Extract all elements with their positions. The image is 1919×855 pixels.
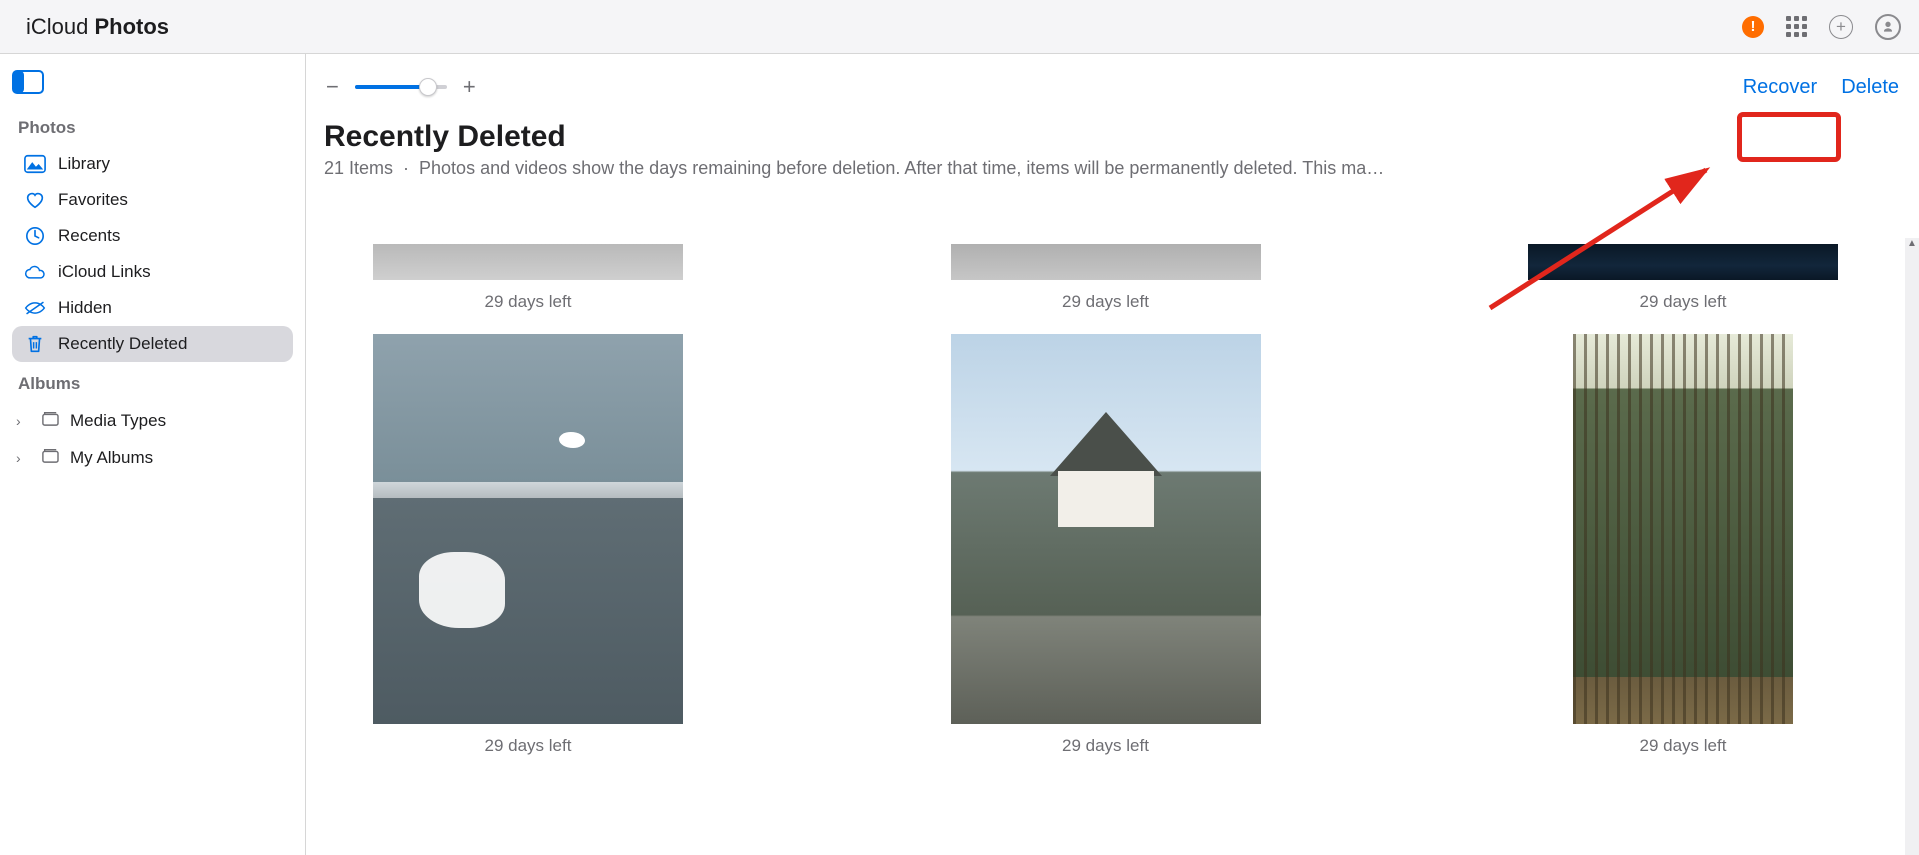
toolbar-actions: Recover Delete — [1743, 76, 1903, 99]
trash-icon — [24, 334, 46, 354]
grid-icon — [1786, 16, 1807, 37]
app-header: iCloud Photos ! + — [0, 0, 1919, 54]
sidebar-item-label: Recents — [58, 226, 120, 246]
app-title: iCloud Photos — [26, 14, 169, 40]
sidebar-item-library[interactable]: Library — [12, 146, 293, 182]
days-left-label: 29 days left — [1062, 292, 1149, 312]
days-left-label: 29 days left — [1062, 736, 1149, 756]
recover-button[interactable]: Recover — [1743, 76, 1817, 99]
account-icon — [1875, 14, 1901, 40]
photo-tile[interactable]: 29 days left — [326, 244, 730, 312]
folder-stack-icon — [40, 410, 60, 431]
clock-icon — [24, 226, 46, 246]
chevron-right-icon: › — [16, 413, 30, 429]
sidebar-item-label: Library — [58, 154, 110, 174]
sidebar: Photos Library Favorites Recents iCloud … — [0, 54, 306, 855]
days-left-label: 29 days left — [485, 736, 572, 756]
days-left-label: 29 days left — [485, 292, 572, 312]
zoom-control: − + — [324, 74, 478, 100]
photo-thumbnail[interactable] — [373, 244, 683, 280]
app-title-prefix: iCloud — [26, 14, 94, 39]
sidebar-item-hidden[interactable]: Hidden — [12, 290, 293, 326]
sidebar-toggle-button[interactable] — [12, 70, 44, 94]
heart-icon — [24, 190, 46, 210]
vertical-scrollbar[interactable]: ▲ — [1905, 238, 1919, 855]
sidebar-section-photos: Photos — [18, 118, 287, 138]
photo-thumbnail[interactable] — [1573, 334, 1793, 724]
zoom-out-button[interactable]: − — [324, 74, 341, 100]
photo-tile[interactable]: 29 days left — [1481, 334, 1885, 756]
chevron-right-icon: › — [16, 450, 30, 466]
eye-off-icon — [24, 298, 46, 318]
add-button[interactable]: + — [1829, 15, 1853, 39]
sidebar-section-albums: Albums — [18, 374, 287, 394]
folder-stack-icon — [40, 447, 60, 468]
photo-tile[interactable]: 29 days left — [904, 244, 1308, 312]
sidebar-item-label: Hidden — [58, 298, 112, 318]
photo-thumbnail[interactable] — [951, 244, 1261, 280]
sidebar-item-label: Media Types — [70, 411, 166, 431]
photo-tile[interactable]: 29 days left — [326, 334, 730, 756]
photo-tile[interactable]: 29 days left — [904, 334, 1308, 756]
page-title: Recently Deleted — [324, 120, 1901, 154]
sidebar-item-recently-deleted[interactable]: Recently Deleted — [12, 326, 293, 362]
scroll-up-arrow-icon[interactable]: ▲ — [1905, 238, 1919, 249]
item-count: 21 Items — [324, 158, 393, 178]
thumbnail-grid[interactable]: 29 days left 29 days left 29 days left 2 — [306, 238, 1905, 855]
alert-badge-icon[interactable]: ! — [1742, 16, 1764, 38]
account-button[interactable] — [1875, 14, 1901, 40]
days-left-label: 29 days left — [1640, 292, 1727, 312]
slider-fill — [355, 85, 429, 89]
main-panel: − + Recover Delete Recently Deleted 21 I… — [306, 54, 1919, 855]
grid-row: 29 days left 29 days left 29 days left — [326, 334, 1885, 756]
subtitle-description: Photos and videos show the days remainin… — [419, 158, 1384, 178]
photo-thumbnail[interactable] — [951, 334, 1261, 724]
sidebar-item-favorites[interactable]: Favorites — [12, 182, 293, 218]
photo-tile[interactable]: 29 days left — [1481, 244, 1885, 312]
delete-button[interactable]: Delete — [1841, 76, 1899, 99]
content-toolbar: − + Recover Delete — [306, 54, 1919, 120]
zoom-in-button[interactable]: + — [461, 74, 478, 100]
sidebar-item-label: My Albums — [70, 448, 153, 468]
header-right: ! + — [1742, 14, 1901, 40]
grid-row: 29 days left 29 days left 29 days left — [326, 244, 1885, 312]
sidebar-item-label: Favorites — [58, 190, 128, 210]
app-launcher-button[interactable] — [1786, 16, 1807, 37]
cloud-icon — [24, 262, 46, 282]
sidebar-item-label: Recently Deleted — [58, 334, 187, 354]
content-header: Recently Deleted 21 Items · Photos and v… — [306, 120, 1919, 189]
photo-thumbnail[interactable] — [1528, 244, 1838, 280]
sidebar-item-label: iCloud Links — [58, 262, 151, 282]
days-left-label: 29 days left — [1640, 736, 1727, 756]
sidebar-item-media-types[interactable]: › Media Types — [12, 402, 293, 439]
sidebar-item-icloud-links[interactable]: iCloud Links — [12, 254, 293, 290]
sidebar-item-my-albums[interactable]: › My Albums — [12, 439, 293, 476]
slider-thumb[interactable] — [419, 78, 437, 96]
plus-circle-icon: + — [1829, 15, 1853, 39]
header-left: iCloud Photos — [18, 14, 169, 40]
zoom-slider[interactable] — [355, 85, 447, 89]
photo-thumbnail[interactable] — [373, 334, 683, 724]
sidebar-item-recents[interactable]: Recents — [12, 218, 293, 254]
app-title-bold: Photos — [94, 14, 169, 39]
library-icon — [24, 154, 46, 174]
page-subtitle: 21 Items · Photos and videos show the da… — [324, 158, 1901, 179]
